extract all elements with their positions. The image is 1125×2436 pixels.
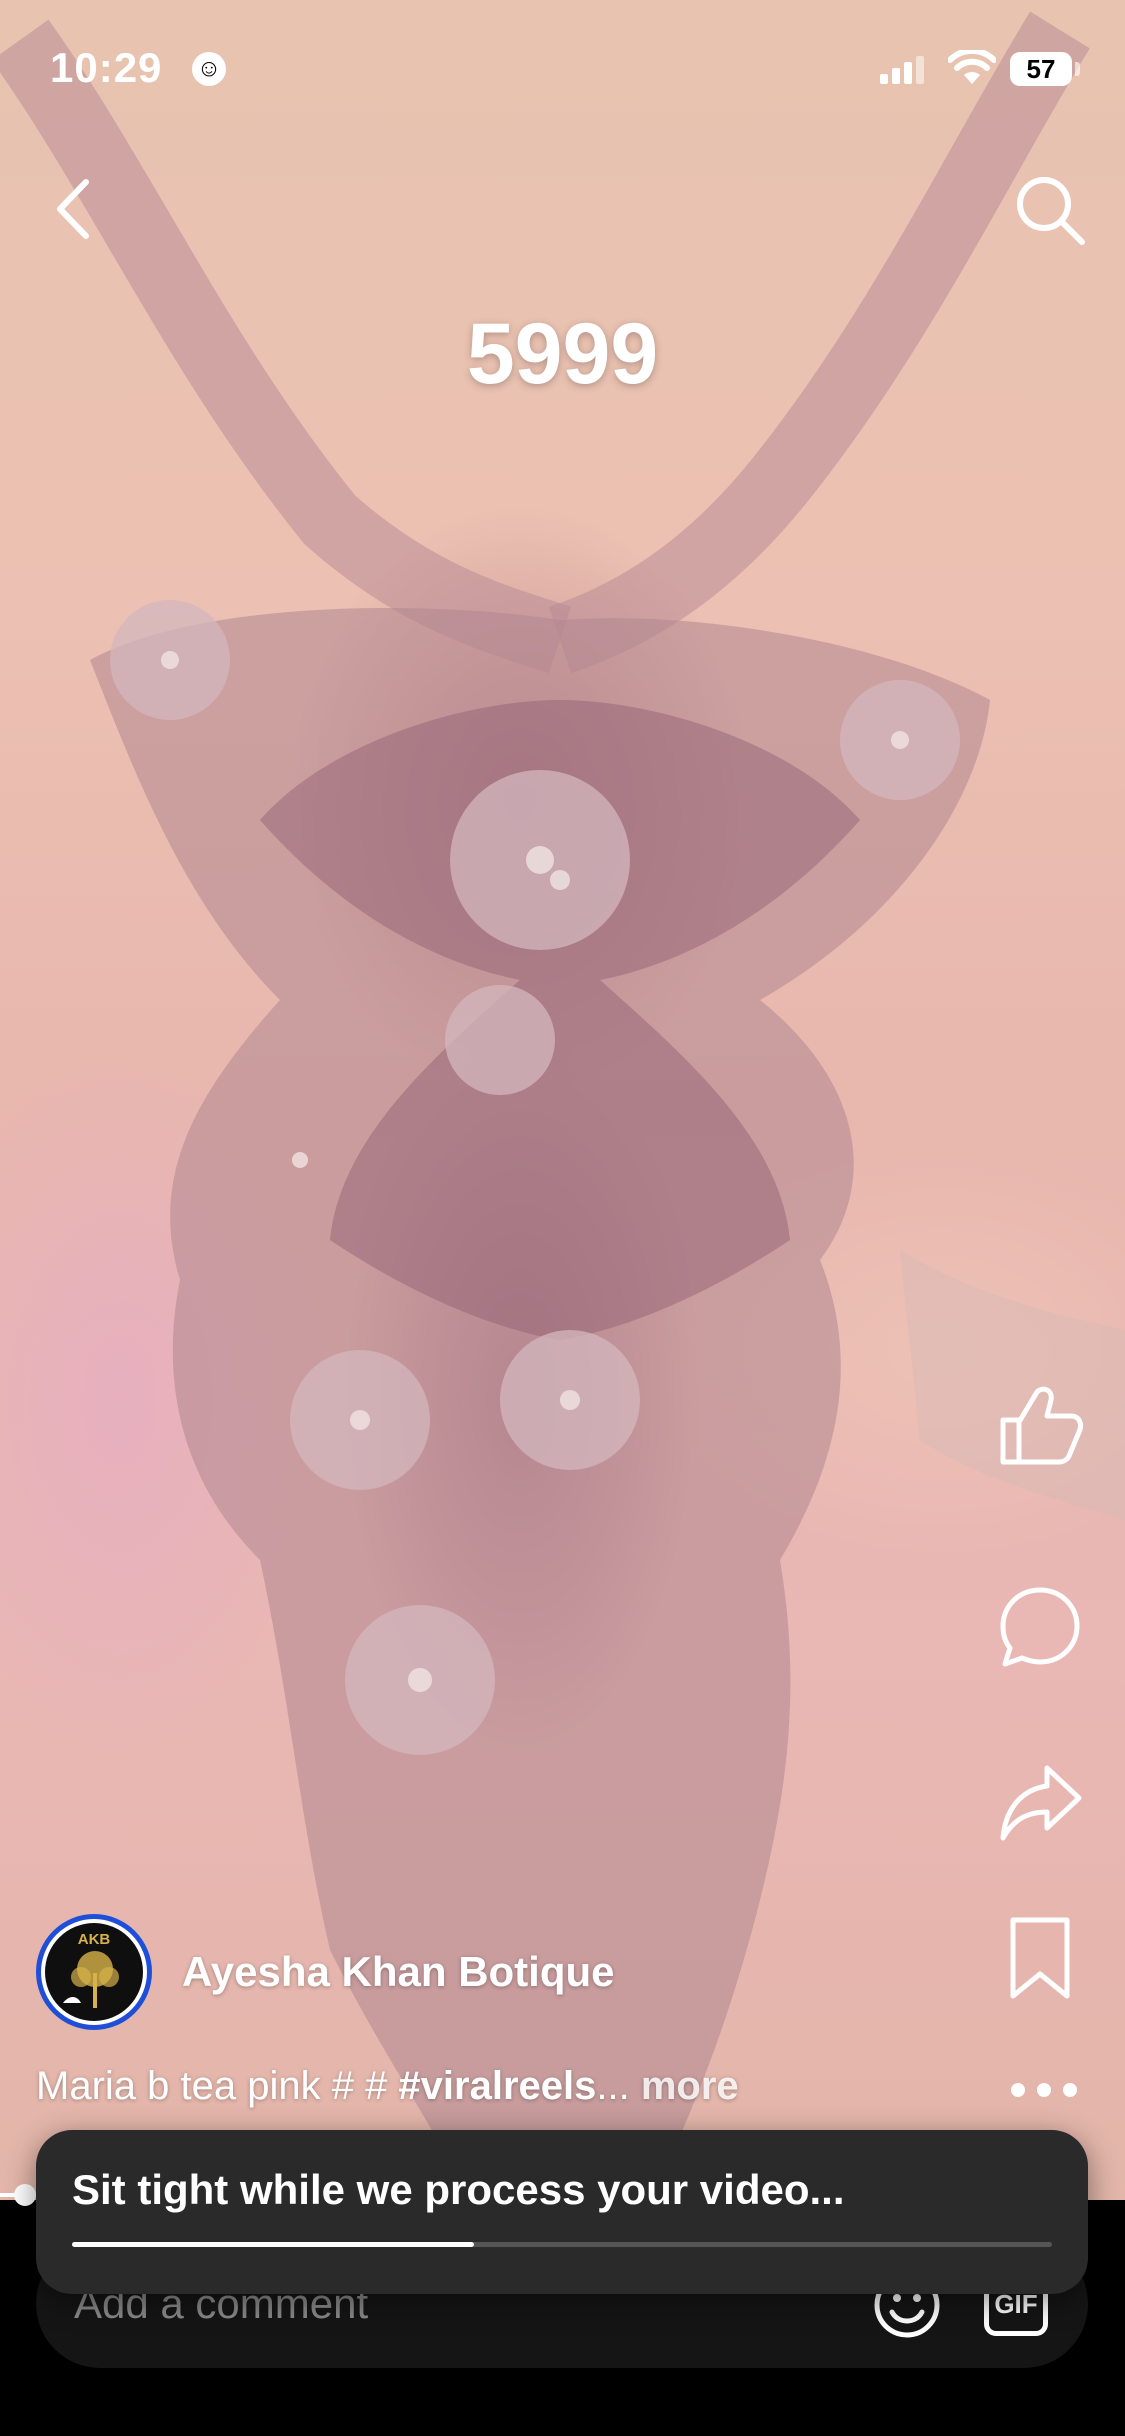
more-dots-icon[interactable] [1004,2070,1084,2110]
caption-hashtag[interactable]: #viralreels [398,2064,596,2108]
battery-indicator: 57 [1010,52,1072,86]
avatar-logo: AKB [45,1923,143,2021]
chevron-left-icon[interactable] [44,174,104,244]
comment-bubble-icon[interactable] [995,1582,1085,1672]
wifi-icon [948,50,996,84]
processing-toast: Sit tight while we process your video... [36,2130,1088,2294]
caption-text: Maria b tea pink # # [36,2064,399,2108]
toast-message: Sit tight while we process your video... [72,2166,845,2213]
caption-ellipsis: ... [596,2064,630,2108]
cellular-signal-icon [880,56,924,84]
focus-smiley-icon: ☺ [192,52,226,86]
processing-progress-track [72,2242,1052,2247]
tree-logo-icon [63,1951,119,2008]
status-bar: 10:29 ☺ 57 [0,0,1125,140]
price-overlay-text: 5999 [466,306,659,402]
status-time: 10:29 [50,44,163,91]
processing-progress-fill [72,2242,474,2247]
author-avatar[interactable]: AKB [36,1914,152,2030]
battery-nub [1075,62,1080,76]
thumbs-up-icon[interactable] [995,1380,1085,1470]
bookmark-icon[interactable] [995,1912,1085,2002]
video-scrubber-handle[interactable] [14,2184,36,2206]
caption-more-link[interactable]: more [630,2064,739,2108]
search-icon[interactable] [1012,172,1088,248]
reel-caption[interactable]: Maria b tea pink # # #viralreels... more [36,2064,739,2109]
share-arrow-icon[interactable] [995,1758,1085,1848]
author-username[interactable]: Ayesha Khan Botique [182,1948,615,1996]
